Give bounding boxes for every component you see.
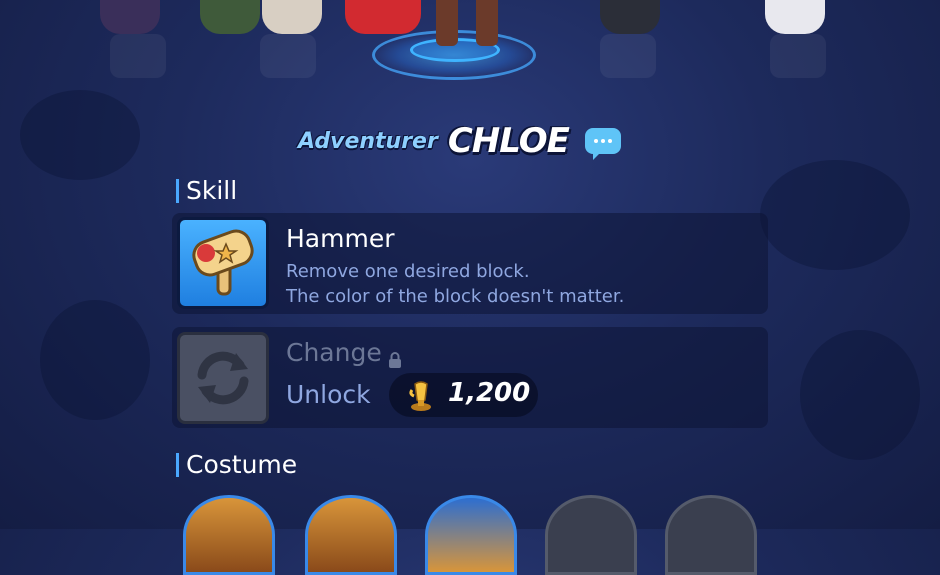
character-name: CHLOE [447, 121, 570, 161]
character-reflection [600, 34, 656, 78]
unlock-cost-value: 1,200 [448, 378, 531, 408]
character-stage [0, 0, 940, 100]
costume-thumbnail-locked[interactable] [545, 495, 637, 575]
skill-name: Hammer [286, 224, 395, 253]
character-thumbnail[interactable] [765, 0, 825, 34]
swap-icon[interactable] [177, 332, 269, 424]
background-shape [760, 160, 910, 270]
costume-thumbnail[interactable] [183, 495, 275, 575]
character-thumbnail[interactable] [345, 0, 421, 34]
background-shape [40, 300, 150, 420]
character-thumbnail[interactable] [600, 0, 660, 34]
costume-thumbnail[interactable] [425, 495, 517, 575]
section-header-costume: Costume [176, 450, 297, 479]
skill-description-line: Remove one desired block. [286, 261, 530, 282]
lock-icon [388, 345, 402, 368]
gold-trophy-icon [406, 378, 436, 412]
section-accent-bar [176, 178, 179, 203]
skill-description-line: The color of the block doesn't matter. [286, 286, 625, 307]
section-title: Skill [186, 176, 238, 205]
unlock-label: Unlock [286, 380, 371, 409]
costume-thumbnail-locked[interactable] [665, 495, 757, 575]
change-text: Change [286, 338, 382, 367]
section-accent-bar [176, 452, 179, 477]
character-reflection [110, 34, 166, 78]
hammer-icon[interactable] [177, 217, 269, 309]
chat-bubble-icon[interactable] [584, 128, 621, 160]
character-title: Adventurer CHLOE [298, 116, 621, 166]
skill-description: Remove one desired block. The color of t… [286, 259, 624, 309]
selected-character-boot [476, 0, 498, 46]
character-reflection [260, 34, 316, 78]
background-shape [20, 90, 140, 180]
character-reflection [770, 34, 826, 78]
character-class: Adventurer [298, 128, 438, 154]
costume-thumbnail[interactable] [305, 495, 397, 575]
character-thumbnail[interactable] [200, 0, 260, 34]
character-thumbnail[interactable] [100, 0, 160, 34]
change-skill-label: Change [286, 338, 402, 368]
section-header-skill: Skill [176, 176, 237, 205]
selected-character-boot [436, 0, 458, 46]
character-thumbnail[interactable] [262, 0, 322, 34]
section-title: Costume [186, 450, 298, 479]
background-shape [800, 330, 920, 460]
